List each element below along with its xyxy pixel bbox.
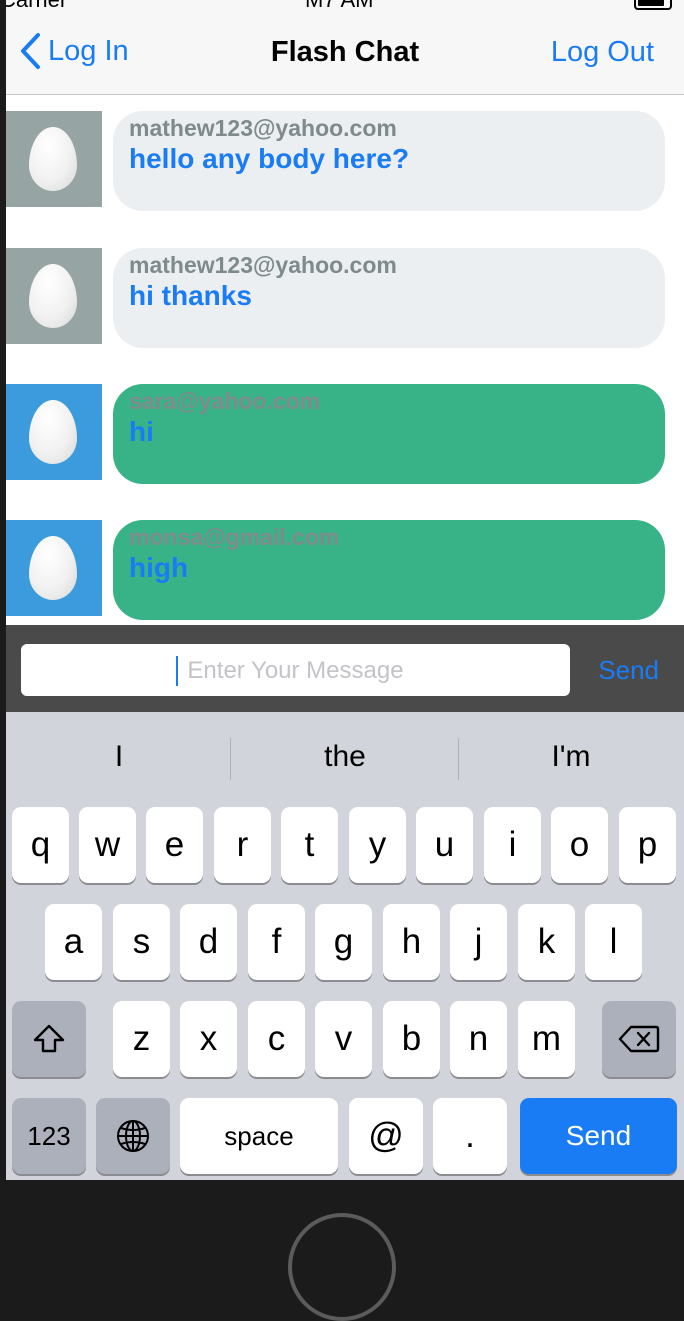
key-t[interactable]: t [281, 807, 338, 883]
message-text: hi [129, 416, 154, 447]
navigation-bar: Log In Flash Chat Log Out [6, 12, 684, 95]
suggestion-item[interactable]: I [6, 740, 232, 774]
status-bar: Carrier M7 AM [6, 0, 684, 12]
message-bubble: mathew123@yahoo.com hi thanks [113, 248, 665, 348]
message-sender: sara@yahoo.com [129, 388, 321, 414]
message-row: sara@yahoo.com hi [6, 368, 684, 484]
avatar [6, 384, 102, 480]
key-y[interactable]: y [349, 807, 406, 883]
clock-label: M7 AM [305, 0, 373, 12]
egg-avatar-icon [29, 127, 77, 191]
delete-icon [618, 1025, 660, 1053]
key-h[interactable]: h [383, 904, 440, 980]
key-k[interactable]: k [518, 904, 575, 980]
send-button[interactable]: Send [598, 655, 659, 686]
key-w[interactable]: w [79, 807, 136, 883]
key-g[interactable]: g [315, 904, 372, 980]
egg-avatar-icon [29, 264, 77, 328]
suggestion-item[interactable]: I'm [458, 740, 684, 774]
message-list[interactable]: mathew123@yahoo.com hello any body here?… [6, 95, 684, 625]
key-e[interactable]: e [146, 807, 203, 883]
key-d[interactable]: d [180, 904, 237, 980]
globe-icon [117, 1120, 149, 1152]
device-bezel [0, 1180, 684, 1321]
key-b[interactable]: b [383, 1001, 440, 1077]
key-x[interactable]: x [180, 1001, 237, 1077]
message-bubble: sara@yahoo.com hi [113, 384, 665, 484]
home-button[interactable] [288, 1213, 396, 1321]
egg-avatar-icon [29, 400, 77, 464]
message-input[interactable]: Enter Your Message [21, 644, 570, 696]
key-j[interactable]: j [450, 904, 507, 980]
key-m[interactable]: m [518, 1001, 575, 1077]
message-input-placeholder: Enter Your Message [187, 657, 404, 684]
avatar [6, 248, 102, 344]
space-key[interactable]: space [180, 1098, 338, 1174]
key-s[interactable]: s [113, 904, 170, 980]
message-bubble: mathew123@yahoo.com hello any body here? [113, 111, 665, 211]
carrier-label: Carrier [6, 0, 67, 12]
numbers-key[interactable]: 123 [12, 1098, 86, 1174]
message-sender: mathew123@yahoo.com [129, 115, 397, 141]
delete-key[interactable] [602, 1001, 676, 1077]
key-i[interactable]: i [484, 807, 541, 883]
message-text: high [129, 552, 189, 583]
suggestion-divider [230, 738, 231, 780]
shift-icon [33, 1024, 65, 1053]
battery-icon [634, 0, 672, 10]
key-u[interactable]: u [416, 807, 473, 883]
message-row: monsa@gmail.com high [6, 504, 684, 620]
message-text: hi thanks [129, 280, 252, 311]
egg-avatar-icon [29, 536, 77, 600]
key-f[interactable]: f [248, 904, 305, 980]
key-z[interactable]: z [113, 1001, 170, 1077]
app-screen: Carrier M7 AM Log In Flash Chat Log Out … [6, 0, 684, 1180]
at-key[interactable]: @ [349, 1098, 423, 1174]
key-o[interactable]: o [551, 807, 608, 883]
suggestion-item[interactable]: the [232, 740, 458, 774]
key-l[interactable]: l [585, 904, 642, 980]
log-out-button[interactable]: Log Out [551, 36, 654, 69]
key-n[interactable]: n [450, 1001, 507, 1077]
avatar [6, 111, 102, 207]
message-row: mathew123@yahoo.com hello any body here? [6, 95, 684, 211]
message-bubble: monsa@gmail.com high [113, 520, 665, 620]
message-sender: monsa@gmail.com [129, 524, 340, 550]
shift-key[interactable] [12, 1001, 86, 1077]
keyboard-send-key[interactable]: Send [520, 1098, 677, 1174]
message-text: hello any body here? [129, 143, 410, 174]
key-a[interactable]: a [45, 904, 102, 980]
key-c[interactable]: c [248, 1001, 305, 1077]
keyboard: I the I'm q w e r t y u i o p a s d f g … [6, 712, 684, 1180]
suggestion-bar: I the I'm [6, 712, 684, 804]
period-key[interactable]: . [433, 1098, 507, 1174]
key-r[interactable]: r [214, 807, 271, 883]
globe-key[interactable] [96, 1098, 170, 1174]
message-row: mathew123@yahoo.com hi thanks [6, 232, 684, 348]
key-q[interactable]: q [12, 807, 69, 883]
avatar [6, 520, 102, 616]
composer-bar: Enter Your Message Send [6, 625, 684, 712]
key-p[interactable]: p [619, 807, 676, 883]
key-v[interactable]: v [315, 1001, 372, 1077]
message-sender: mathew123@yahoo.com [129, 252, 397, 278]
